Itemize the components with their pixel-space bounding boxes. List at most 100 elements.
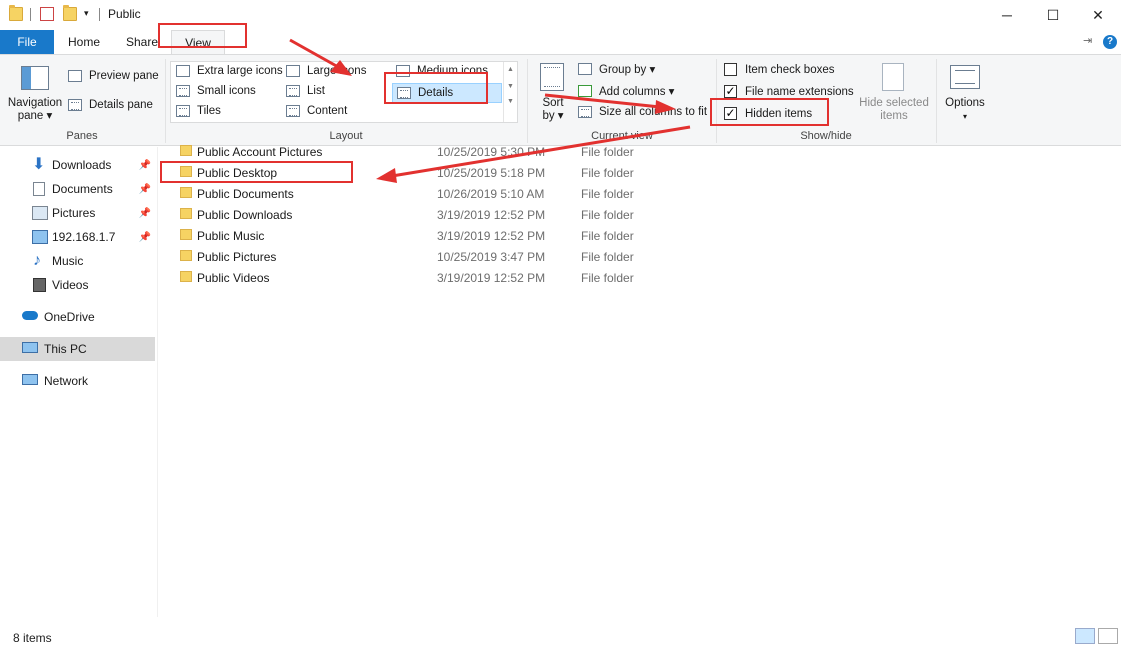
group-divider <box>936 59 937 143</box>
pin-icon[interactable]: 📌 <box>139 160 151 171</box>
nav-item-this-pc[interactable]: This PC <box>0 337 155 361</box>
nav-label: Network <box>44 374 89 388</box>
nav-item-network-share[interactable]: 192.168.1.7 📌 <box>0 225 155 249</box>
size-columns-icon <box>578 106 592 118</box>
hide-selected-button[interactable]: Hide selected items <box>855 97 933 123</box>
sort-by-icon[interactable] <box>540 63 564 91</box>
large-icons-icon <box>286 65 300 77</box>
annotation-box-details <box>384 72 488 104</box>
file-row[interactable]: Public Downloads 3/19/2019 12:52 PM File… <box>160 204 760 225</box>
annotation-box-public-desktop <box>160 161 353 183</box>
maximize-button[interactable]: ☐ <box>1030 0 1076 30</box>
details-pane-icon <box>68 99 82 111</box>
gallery-expand-icon[interactable]: ▼ <box>504 98 517 105</box>
help-icon[interactable]: ? <box>1103 35 1117 49</box>
small-icons-icon <box>176 85 190 97</box>
document-icon <box>33 182 45 196</box>
file-name-extensions-checkbox[interactable]: ✓ <box>724 85 737 98</box>
pin-icon[interactable]: 📌 <box>139 232 151 243</box>
file-row[interactable]: Public Pictures 10/25/2019 3:47 PM File … <box>160 246 760 267</box>
file-name-extensions-label: File name extensions <box>745 85 854 98</box>
pin-icon[interactable]: 📌 <box>139 208 151 219</box>
folder-icon <box>180 229 192 240</box>
tiles-icon <box>176 105 190 117</box>
details-pane-button[interactable]: Details pane <box>68 99 153 111</box>
folder-icon <box>180 145 192 156</box>
file-type: File folder <box>581 250 634 264</box>
pin-icon[interactable]: 📌 <box>139 184 151 195</box>
film-icon <box>33 278 46 292</box>
nav-item-network[interactable]: Network <box>0 369 155 393</box>
annotation-box-view-tab <box>158 23 247 48</box>
item-check-boxes-checkbox[interactable] <box>724 63 737 76</box>
scroll-down-icon[interactable]: ▼ <box>504 83 517 90</box>
ribbon: Navigation pane ▾ Preview pane Details p… <box>0 54 1121 146</box>
computer-icon <box>22 342 38 353</box>
layout-extra-large-icons[interactable]: Extra large icons <box>176 65 283 77</box>
layout-large-icons[interactable]: Large icons <box>286 65 366 77</box>
file-name: Public Music <box>197 229 265 243</box>
folder-icon <box>180 250 192 261</box>
download-arrow-icon: ⬇ <box>32 156 46 173</box>
add-columns-button[interactable]: Add columns ▾ <box>578 84 674 98</box>
nav-item-documents[interactable]: Documents 📌 <box>0 177 155 201</box>
group-by-button[interactable]: Group by ▾ <box>578 62 655 76</box>
nav-label: This PC <box>44 342 87 356</box>
details-view-button[interactable] <box>1075 628 1095 644</box>
file-name: Public Videos <box>197 271 270 285</box>
file-date: 3/19/2019 12:52 PM <box>437 229 546 243</box>
nav-item-downloads[interactable]: ⬇ Downloads 📌 <box>0 153 155 177</box>
nav-item-onedrive[interactable]: OneDrive <box>0 305 155 329</box>
folder-icon <box>180 208 192 219</box>
file-row[interactable]: Public Documents 10/26/2019 5:10 AM File… <box>160 183 760 204</box>
file-row[interactable]: Public Videos 3/19/2019 12:52 PM File fo… <box>160 267 760 288</box>
options-icon[interactable] <box>950 65 980 89</box>
file-row[interactable]: Public Account Pictures 10/25/2019 5:30 … <box>160 141 760 162</box>
file-type: File folder <box>581 229 634 243</box>
add-columns-icon <box>578 85 592 97</box>
preview-pane-button[interactable]: Preview pane <box>68 70 159 82</box>
panes-group-label: Panes <box>66 130 98 142</box>
navigation-pane-icon[interactable] <box>21 66 49 90</box>
layout-label: Content <box>307 105 348 117</box>
scroll-up-icon[interactable]: ▲ <box>504 66 517 73</box>
sort-by-button[interactable]: Sort by ▾ <box>538 97 568 123</box>
file-name: Public Account Pictures <box>197 145 323 159</box>
nav-label: Pictures <box>52 206 96 220</box>
properties-icon[interactable] <box>40 7 54 21</box>
close-button[interactable]: ✕ <box>1075 0 1121 30</box>
pin-ribbon-icon[interactable]: ⇥ <box>1083 34 1092 47</box>
layout-list[interactable]: List <box>286 85 325 97</box>
cloud-icon <box>22 311 38 320</box>
file-type: File folder <box>581 271 634 285</box>
navigation-pane-button[interactable]: Navigation pane ▾ <box>6 97 64 123</box>
monitor-icon <box>32 230 48 244</box>
file-type: File folder <box>581 208 634 222</box>
size-columns-button[interactable]: Size all columns to fit <box>578 106 707 118</box>
layout-tiles[interactable]: Tiles <box>176 105 221 117</box>
nav-item-videos[interactable]: Videos <box>0 273 155 297</box>
options-dropdown-icon: ▾ <box>962 112 967 121</box>
layout-content[interactable]: Content <box>286 105 347 117</box>
minimize-button[interactable]: ─ <box>984 0 1030 30</box>
layout-label: Extra large icons <box>197 65 283 77</box>
item-check-boxes-toggle[interactable]: Item check boxes <box>724 63 834 76</box>
navigation-pane-label: Navigation <box>7 97 63 109</box>
file-row[interactable]: Public Music 3/19/2019 12:52 PM File fol… <box>160 225 760 246</box>
layout-label: Tiles <box>197 105 221 117</box>
file-name-extensions-toggle[interactable]: ✓ File name extensions <box>724 85 854 98</box>
customize-quick-access-icon[interactable]: ▾ <box>84 8 89 19</box>
layout-small-icons[interactable]: Small icons <box>176 85 256 97</box>
tab-file[interactable]: File <box>0 30 54 54</box>
large-icons-view-button[interactable] <box>1098 628 1118 644</box>
nav-item-pictures[interactable]: Pictures 📌 <box>0 201 155 225</box>
annotation-box-hidden-items <box>710 98 829 126</box>
gallery-scroll[interactable]: ▲ ▼ ▼ <box>503 62 517 122</box>
file-type: File folder <box>581 145 634 159</box>
nav-item-music[interactable]: ♪ Music <box>0 249 155 273</box>
options-button[interactable]: Options ▾ <box>940 97 990 123</box>
pane-splitter[interactable] <box>157 147 158 617</box>
tab-home[interactable]: Home <box>60 30 108 54</box>
new-folder-icon[interactable] <box>63 5 77 21</box>
file-type: File folder <box>581 166 634 180</box>
